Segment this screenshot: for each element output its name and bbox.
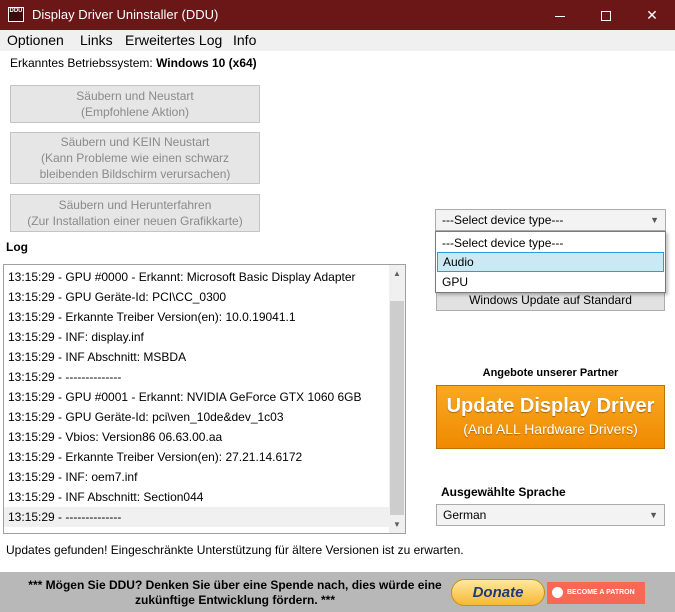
log-entry-selected[interactable]: 13:15:29 - --------------: [4, 507, 390, 527]
scroll-thumb[interactable]: [390, 301, 404, 515]
button-line: (Kann Probleme wie einen schwarz: [40, 151, 230, 165]
log-entry[interactable]: 13:15:29 - GPU Geräte-Id: pci\ven_10de&d…: [4, 407, 390, 427]
log-entry[interactable]: 13:15:29 - INF: oem7.inf: [4, 467, 390, 487]
menu-info[interactable]: Info: [233, 32, 256, 48]
clean-no-restart-button[interactable]: Säubern und KEIN Neustart (Kann Probleme…: [10, 132, 260, 184]
log-entry[interactable]: 13:15:29 - INF Abschnitt: MSBDA: [4, 347, 390, 367]
log-entry[interactable]: 13:15:29 - GPU Geräte-Id: PCI\CC_0300: [4, 287, 390, 307]
button-line: (Empfohlene Aktion): [80, 105, 190, 119]
maximize-icon: [601, 11, 611, 22]
scroll-down-icon[interactable]: ▼: [389, 516, 405, 533]
minimize-icon: [555, 15, 565, 17]
log-entry[interactable]: 13:15:29 - Erkannte Treiber Version(en):…: [4, 447, 390, 467]
update-driver-banner[interactable]: Update Display Driver (And ALL Hardware …: [436, 385, 665, 449]
button-line: Säubern und Herunterfahren: [58, 198, 212, 212]
device-type-select[interactable]: ---Select device type--- ▼: [435, 209, 666, 231]
device-type-option[interactable]: ---Select device type---: [437, 233, 664, 253]
button-line: Säubern und Neustart: [76, 89, 194, 103]
banner-title: Update Display Driver: [446, 395, 655, 417]
log-entry[interactable]: 13:15:29 - GPU #0000 - Erkannt: Microsof…: [4, 267, 390, 287]
become-patron-button[interactable]: BECOME A PATRON: [547, 582, 645, 604]
scroll-up-icon[interactable]: ▲: [389, 265, 405, 282]
close-button[interactable]: ✕: [629, 0, 675, 30]
button-line: bleibenden Bildschirm verursachen): [39, 167, 231, 181]
detected-os-value: Windows 10 (x64): [156, 56, 257, 70]
device-type-value: ---Select device type---: [442, 213, 564, 227]
detected-os: Erkanntes Betriebssystem: Windows 10 (x6…: [10, 56, 257, 70]
device-type-option-gpu[interactable]: GPU: [437, 272, 664, 292]
device-type-option-audio[interactable]: Audio: [437, 252, 664, 272]
donate-button[interactable]: Donate: [451, 579, 545, 606]
log-label: Log: [6, 240, 28, 254]
donation-message-line: zukünftige Entwicklung fördern. ***: [134, 593, 335, 607]
donation-message-line: *** Mögen Sie DDU? Denken Sie über eine …: [28, 578, 442, 592]
log-entry[interactable]: 13:15:29 - GPU #0001 - Erkannt: NVIDIA G…: [4, 387, 390, 407]
window-title: Display Driver Uninstaller (DDU): [32, 7, 219, 22]
language-value: German: [443, 508, 487, 522]
chevron-down-icon: ▼: [650, 215, 659, 225]
minimize-button[interactable]: [537, 0, 583, 30]
donation-message: *** Mögen Sie DDU? Denken Sie über eine …: [20, 578, 450, 608]
patreon-icon: [552, 587, 563, 598]
log-entry[interactable]: 13:15:29 - INF: display.inf: [4, 327, 390, 347]
title-bar: DDU Display Driver Uninstaller (DDU) ✕: [0, 0, 675, 30]
clean-and-shutdown-button[interactable]: Säubern und Herunterfahren (Zur Installa…: [10, 194, 260, 232]
menu-bar: Optionen Links Erweitertes Log Info: [0, 30, 675, 51]
device-type-dropdown: ---Select device type--- Audio GPU: [435, 231, 666, 293]
partner-offers-label: Angebote unserer Partner: [482, 367, 619, 379]
menu-optionen[interactable]: Optionen: [7, 32, 64, 48]
menu-erweitertes-log[interactable]: Erweitertes Log: [125, 32, 222, 48]
log-entry[interactable]: 13:15:29 - INF Abschnitt: Section044: [4, 487, 390, 507]
detected-os-label: Erkanntes Betriebssystem:: [10, 56, 153, 70]
button-line: (Zur Installation einer neuen Grafikkart…: [27, 214, 243, 228]
patron-label: BECOME A PATRON: [567, 589, 635, 596]
language-select[interactable]: German ▼: [436, 504, 665, 526]
log-entry[interactable]: 13:15:29 - Vbios: Version86 06.63.00.aa: [4, 427, 390, 447]
ddu-app-icon: DDU: [8, 7, 24, 22]
chevron-down-icon: ▼: [649, 510, 658, 520]
language-label: Ausgewählte Sprache: [441, 485, 566, 499]
maximize-button[interactable]: [583, 0, 629, 30]
log-list[interactable]: 13:15:29 - GPU #0000 - Erkannt: Microsof…: [3, 264, 406, 534]
log-entry[interactable]: 13:15:29 - Erkannte Treiber Version(en):…: [4, 307, 390, 327]
log-entry[interactable]: 13:15:29 - --------------: [4, 367, 390, 387]
close-icon: ✕: [646, 7, 658, 23]
log-scrollbar[interactable]: ▲ ▼: [389, 265, 405, 533]
status-message: Updates gefunden! Eingeschränkte Unterst…: [6, 543, 464, 557]
clean-and-restart-button[interactable]: Säubern und Neustart (Empfohlene Aktion): [10, 85, 260, 123]
button-line: Säubern und KEIN Neustart: [60, 135, 210, 149]
banner-subtitle: (And ALL Hardware Drivers): [463, 421, 638, 437]
menu-links[interactable]: Links: [80, 32, 113, 48]
